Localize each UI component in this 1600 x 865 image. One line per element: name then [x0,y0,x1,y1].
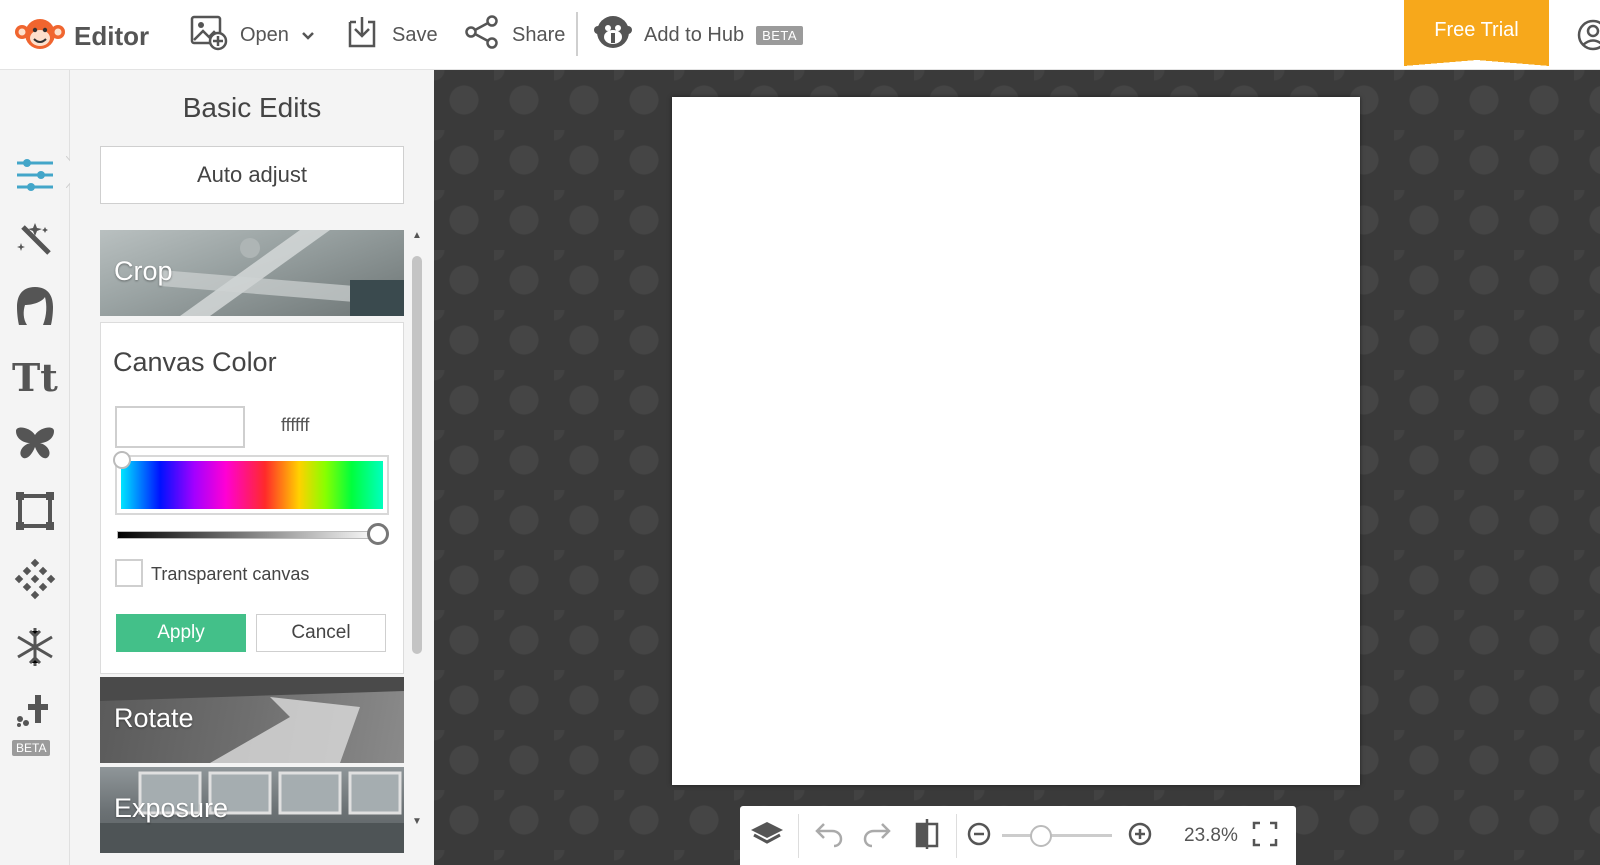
canvas-color-card: Canvas Color ffffff Transparent canvas A… [100,322,404,674]
brand[interactable]: Editor [14,14,149,59]
transparent-label: Transparent canvas [151,564,310,584]
sliders-icon [15,157,55,198]
redo-icon [862,820,892,853]
snowflake-icon [14,626,56,673]
zoom-out-button[interactable] [962,820,996,852]
hub-beta-badge: BETA [756,25,804,45]
fullscreen-icon [1252,821,1278,852]
cancel-button[interactable]: Cancel [256,614,386,652]
account-icon[interactable] [1576,18,1600,57]
crop-tile[interactable]: Crop [100,230,404,316]
layers-icon [750,820,784,853]
spectrum-gradient [121,461,383,509]
hub-monkey-icon [594,13,632,57]
canvas[interactable] [672,97,1360,785]
rotate-tile[interactable]: Rotate [100,677,404,763]
rail-effects[interactable] [12,218,58,264]
app-title: Editor [74,21,150,51]
save-button[interactable]: Save [344,14,438,56]
zoom-slider-handle[interactable] [1030,825,1052,847]
rotate-label: Rotate [114,703,194,733]
fullscreen-button[interactable] [1248,820,1282,852]
lightness-handle[interactable] [367,523,389,545]
svg-text:Tt: Tt [12,357,58,397]
face-icon [15,285,55,334]
compare-button[interactable] [910,818,944,855]
open-label: Open [240,23,289,46]
share-button[interactable]: Share [464,14,565,56]
rail-overlays[interactable] [12,422,58,468]
open-image-icon [190,13,228,57]
top-bar: Editor Open Save Share Add to Hub BETA F… [0,0,1600,70]
undo-button[interactable] [812,820,846,852]
rail-collage[interactable] [12,690,58,736]
magic-wand-icon [15,219,55,264]
share-icon [464,14,500,56]
basic-edits-panel: Basic Edits Auto adjust Crop Canvas Colo… [70,70,434,865]
texture-icon [14,558,56,605]
apply-button[interactable]: Apply [116,614,246,652]
hue-handle[interactable] [113,451,131,469]
scroll-up-icon[interactable]: ▲ [412,230,422,241]
layers-button[interactable] [750,820,784,852]
frame-icon [15,491,55,536]
zoom-slider-track[interactable] [1002,834,1112,837]
zoombar-divider [798,814,799,858]
zoom-in-button[interactable] [1123,820,1157,852]
download-icon [344,14,380,56]
open-button[interactable]: Open [190,14,315,56]
zoom-percent: 23.8% [1184,825,1238,846]
zoom-bar: 23.8% [740,806,1296,865]
compare-icon [913,818,941,855]
chevron-down-icon [301,24,315,47]
save-label: Save [392,23,438,46]
tool-rail: Tt BETA [0,70,81,865]
rail-basic-edits[interactable] [12,154,58,200]
crop-label: Crop [114,256,173,286]
color-swatch[interactable] [115,406,245,448]
rail-textures[interactable] [12,558,58,604]
rail-touch-up[interactable] [12,286,58,332]
canvas-color-title: Canvas Color [113,347,277,377]
panel-scrollbar[interactable]: ▲ ▼ [410,230,424,865]
rail-seasonal[interactable] [12,626,58,672]
monkey-logo-icon [14,14,66,59]
rail-beta-badge: BETA [12,740,51,756]
undo-icon [814,820,844,853]
hue-spectrum[interactable] [115,455,389,515]
toolbar-divider [576,12,578,56]
zoom-in-icon [1127,821,1153,852]
share-label: Share [512,23,566,46]
zoombar-divider-2 [956,814,957,858]
lightness-slider[interactable] [117,531,381,539]
hub-label: Add to Hub [644,23,745,46]
transparent-checkbox[interactable] [115,559,143,587]
panel-title: Basic Edits [182,92,322,123]
scroll-down-icon[interactable]: ▼ [412,816,422,827]
rail-text[interactable]: Tt [12,355,58,402]
collage-icon [14,693,56,734]
rail-frames[interactable] [12,490,58,536]
zoom-out-icon [966,821,992,852]
add-to-hub-button[interactable]: Add to Hub BETA [594,13,804,57]
redo-button[interactable] [860,820,894,852]
scroll-thumb[interactable] [412,256,422,654]
hex-value[interactable]: ffffff [281,415,309,436]
text-icon: Tt [12,355,58,402]
auto-adjust-button[interactable]: Auto adjust [100,146,404,204]
exposure-label: Exposure [114,793,229,823]
exposure-tile[interactable]: Exposure [100,767,404,853]
free-trial-button[interactable]: Free Trial [1404,0,1549,66]
butterfly-icon [14,425,56,466]
